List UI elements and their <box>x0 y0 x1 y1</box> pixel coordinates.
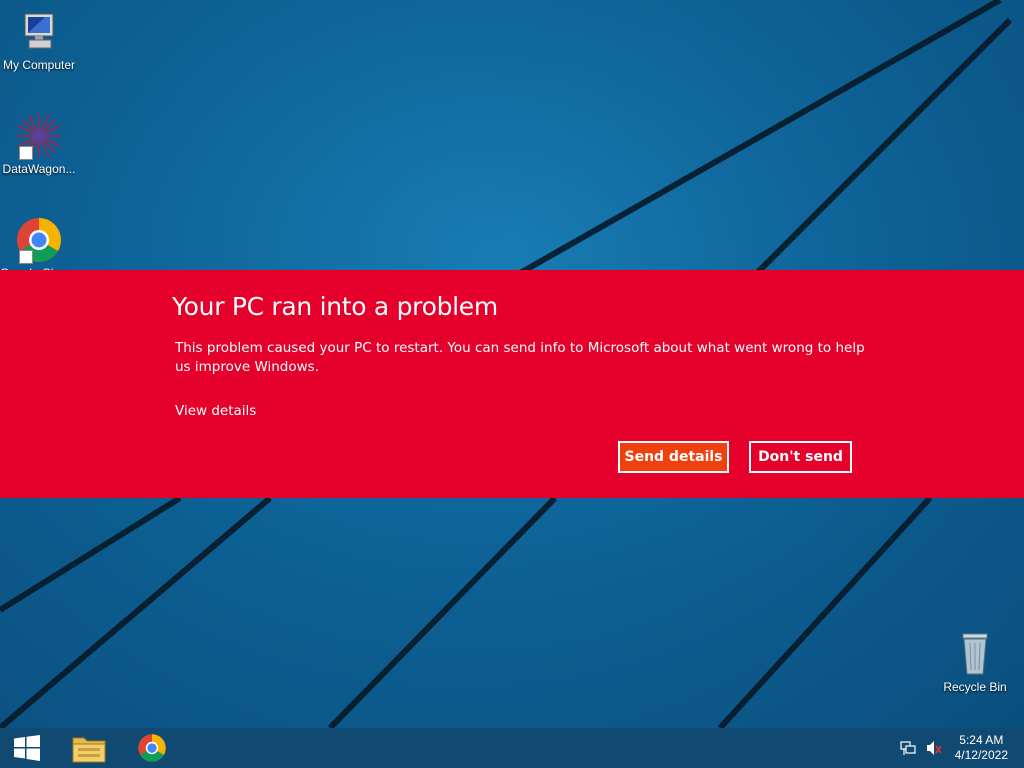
computer-icon <box>15 8 63 56</box>
taskbar-chrome[interactable] <box>128 730 176 766</box>
error-title: Your PC ran into a problem <box>172 292 498 321</box>
clock-time: 5:24 AM <box>959 733 1004 747</box>
taskbar: 5:24 AM 4/12/2022 <box>0 728 1024 768</box>
system-tray: 5:24 AM 4/12/2022 <box>884 728 1024 768</box>
view-details-link[interactable]: View details <box>175 403 256 419</box>
taskbar-clock[interactable]: 5:24 AM 4/12/2022 <box>955 733 1008 763</box>
error-message: This problem caused your PC to restart. … <box>175 340 865 375</box>
desktop-icon-datawagon[interactable]: DataWagon... <box>0 112 78 176</box>
chrome-icon <box>15 216 63 264</box>
clock-date: 4/12/2022 <box>954 748 1008 762</box>
desktop-icon-my-computer[interactable]: My Computer <box>0 8 78 72</box>
volume-muted-icon <box>927 741 942 755</box>
windows-logo-icon <box>14 735 40 761</box>
volume-tray-button[interactable] <box>926 740 942 756</box>
network-tray-button[interactable] <box>900 740 916 756</box>
network-icon <box>900 741 916 755</box>
shortcut-arrow-icon <box>19 250 33 264</box>
desktop-icon-label: My Computer <box>2 58 76 72</box>
taskbar-file-explorer[interactable] <box>65 730 113 766</box>
chrome-icon <box>138 734 166 762</box>
desktop-icon-label: DataWagon... <box>2 162 76 176</box>
desktop-icon-recycle-bin[interactable]: Recycle Bin <box>936 630 1014 694</box>
desktop-icon-label: Recycle Bin <box>943 680 1007 694</box>
start-button[interactable] <box>6 732 48 764</box>
error-banner: Your PC ran into a problem This problem … <box>0 270 1024 498</box>
folder-icon <box>72 737 106 763</box>
shortcut-arrow-icon <box>19 146 33 160</box>
datawagon-icon <box>15 112 63 160</box>
recycle-bin-icon <box>951 630 999 678</box>
send-details-button[interactable]: Send details <box>618 441 729 473</box>
dont-send-button[interactable]: Don't send <box>749 441 852 473</box>
